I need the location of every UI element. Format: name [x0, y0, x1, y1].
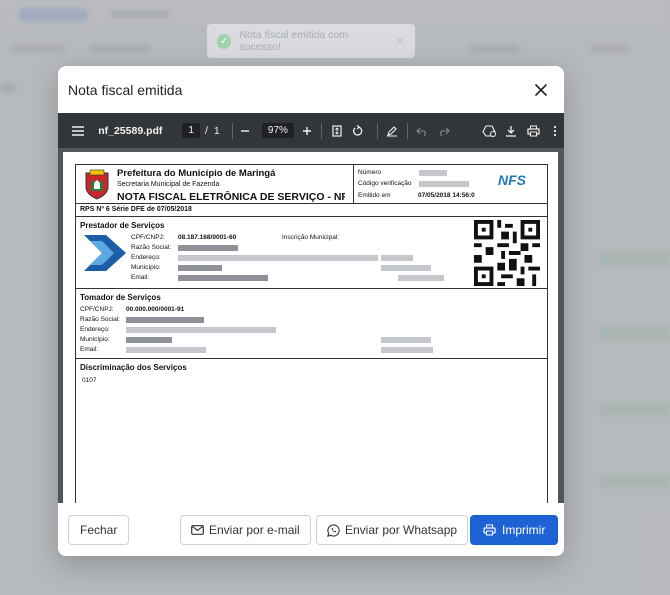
pdf-filename: nf_25589.pdf — [98, 124, 163, 137]
pdf-toolbar: nf_25589.pdf 1 / 1 97% — [58, 113, 564, 148]
redacted-value — [126, 327, 276, 333]
page-number-input[interactable]: 1 — [182, 123, 200, 138]
menu-icon[interactable] — [69, 122, 86, 140]
modal-header: Nota fiscal emitida — [58, 66, 564, 113]
tomador-cpf-label: CPF/CNPJ: — [80, 306, 114, 313]
redacted-value — [178, 255, 378, 261]
toast-message: Nota fiscal emitida com sucesso! — [239, 29, 349, 53]
toolbar-divider — [321, 122, 323, 139]
close-icon — [535, 83, 547, 96]
annotate-pen-icon[interactable] — [384, 122, 401, 140]
send-whatsapp-label: Enviar por Whatsapp — [345, 523, 458, 537]
nota-fiscal-document: Prefeitura do Município de Maringá Secre… — [75, 164, 548, 503]
close-icon[interactable]: ✕ — [395, 34, 405, 48]
emitido-label: Emitido em — [358, 192, 391, 199]
redacted-value — [419, 170, 447, 176]
secretaria-name: Secretaria Municipal de Fazenda — [117, 181, 220, 188]
tomador-endereco-label: Endereço: — [80, 326, 110, 333]
toolbar-divider — [231, 122, 233, 139]
discriminacao-title: Discriminação dos Serviços — [80, 363, 187, 372]
prestador-endereco-label: Endereço: — [131, 254, 161, 261]
qr-code-icon — [474, 220, 540, 286]
download-icon[interactable] — [502, 122, 519, 140]
send-email-button[interactable]: Enviar por e-mail — [180, 515, 311, 545]
close-button-label: Fechar — [80, 523, 118, 537]
send-whatsapp-button[interactable]: Enviar por Whatsapp — [316, 515, 469, 545]
inscricao-label: Inscrição Municipal: — [282, 234, 340, 241]
codigo-label: Código verificação — [358, 180, 412, 187]
coat-of-arms-icon — [85, 169, 109, 200]
emitido-value: 07/05/2018 14:56:0 — [418, 192, 475, 199]
fit-page-icon[interactable] — [328, 122, 345, 140]
toolbar-divider — [376, 122, 378, 139]
tomador-title: Tomador de Serviços — [80, 293, 161, 302]
tomador-razao-label: Razão Social: — [80, 316, 121, 323]
print-icon[interactable] — [525, 122, 542, 140]
page-total: 1 — [213, 124, 220, 137]
document-header: Prefeitura do Município de Maringá Secre… — [76, 165, 547, 204]
prestador-section: Prestador de Serviços CPF/CNPJ: 08.187.1… — [76, 217, 547, 289]
rps-row: RPS Nº 6 Série DFE de 07/05/2018 — [76, 204, 547, 217]
zoom-in-icon[interactable] — [298, 122, 315, 140]
zoom-level[interactable]: 97% — [261, 123, 294, 138]
redacted-value — [398, 275, 444, 281]
numero-label: Número — [358, 169, 382, 176]
company-logo-icon — [84, 235, 126, 271]
print-label: Imprimir — [502, 523, 546, 537]
close-button[interactable]: Fechar — [68, 515, 130, 545]
redacted-value — [178, 275, 268, 281]
nota-fiscal-modal: Nota fiscal emitida nf_25589.pdf 1 / 1 9… — [58, 66, 564, 556]
more-options-icon[interactable] — [547, 122, 564, 140]
drive-save-icon[interactable] — [480, 122, 497, 140]
zoom-out-icon[interactable] — [237, 122, 254, 140]
success-toast: ✓ Nota fiscal emitida com sucesso! ✕ — [207, 24, 415, 58]
modal-close-button[interactable] — [530, 79, 552, 101]
prefeitura-name: Prefeitura do Município de Maringá — [117, 168, 276, 179]
document-title: NOTA FISCAL ELETRÔNICA DE SERVIÇO - NFS — [117, 191, 345, 203]
whatsapp-icon — [327, 523, 340, 537]
redacted-value — [178, 245, 238, 251]
redacted-value — [126, 347, 206, 353]
email-icon — [191, 525, 204, 535]
redacted-value — [381, 337, 431, 343]
prestador-razao-label: Razão Social: — [131, 244, 172, 251]
redacted-value — [381, 255, 413, 261]
redacted-value — [419, 181, 469, 187]
page-separator: / — [204, 124, 208, 137]
redacted-value — [178, 265, 222, 271]
prestador-municipio-label: Município: — [131, 264, 161, 271]
prestador-email-label: Email: — [131, 274, 150, 281]
rotate-icon[interactable] — [349, 122, 366, 140]
pdf-page: Prefeitura do Município de Maringá Secre… — [63, 152, 558, 503]
check-icon: ✓ — [217, 33, 232, 49]
header-divider — [353, 165, 354, 203]
modal-title: Nota fiscal emitida — [68, 81, 183, 98]
redacted-value — [381, 265, 431, 271]
discriminacao-code: 0107 — [82, 377, 97, 384]
undo-icon[interactable] — [414, 122, 431, 140]
prestador-cpf-label: CPF/CNPJ: — [131, 234, 165, 241]
redacted-value — [126, 337, 172, 343]
print-button[interactable]: Imprimir — [470, 515, 559, 545]
nfse-logo: NFS — [498, 172, 526, 188]
toolbar-divider — [406, 122, 408, 139]
prestador-title: Prestador de Serviços — [80, 221, 165, 230]
send-email-label: Enviar por e-mail — [209, 523, 300, 537]
redo-icon[interactable] — [435, 122, 452, 140]
pdf-viewer[interactable]: nf_25589.pdf 1 / 1 97% Prefeitura do Mun… — [58, 113, 564, 503]
tomador-section: Tomador de Serviços CPF/CNPJ: 00.000.000… — [76, 289, 547, 359]
tomador-email-label: Email: — [80, 346, 99, 353]
tomador-cpf-value: 00.000.000/0001-91 — [126, 306, 185, 313]
redacted-value — [126, 317, 204, 323]
prestador-cpf-value: 08.187.168/0001-60 — [178, 234, 237, 241]
modal-footer: Fechar Enviar por e-mail Enviar por What… — [58, 503, 564, 556]
printer-icon — [483, 524, 496, 536]
rps-line: RPS Nº 6 Série DFE de 07/05/2018 — [80, 206, 192, 213]
tomador-municipio-label: Município: — [80, 336, 110, 343]
redacted-value — [381, 347, 433, 353]
